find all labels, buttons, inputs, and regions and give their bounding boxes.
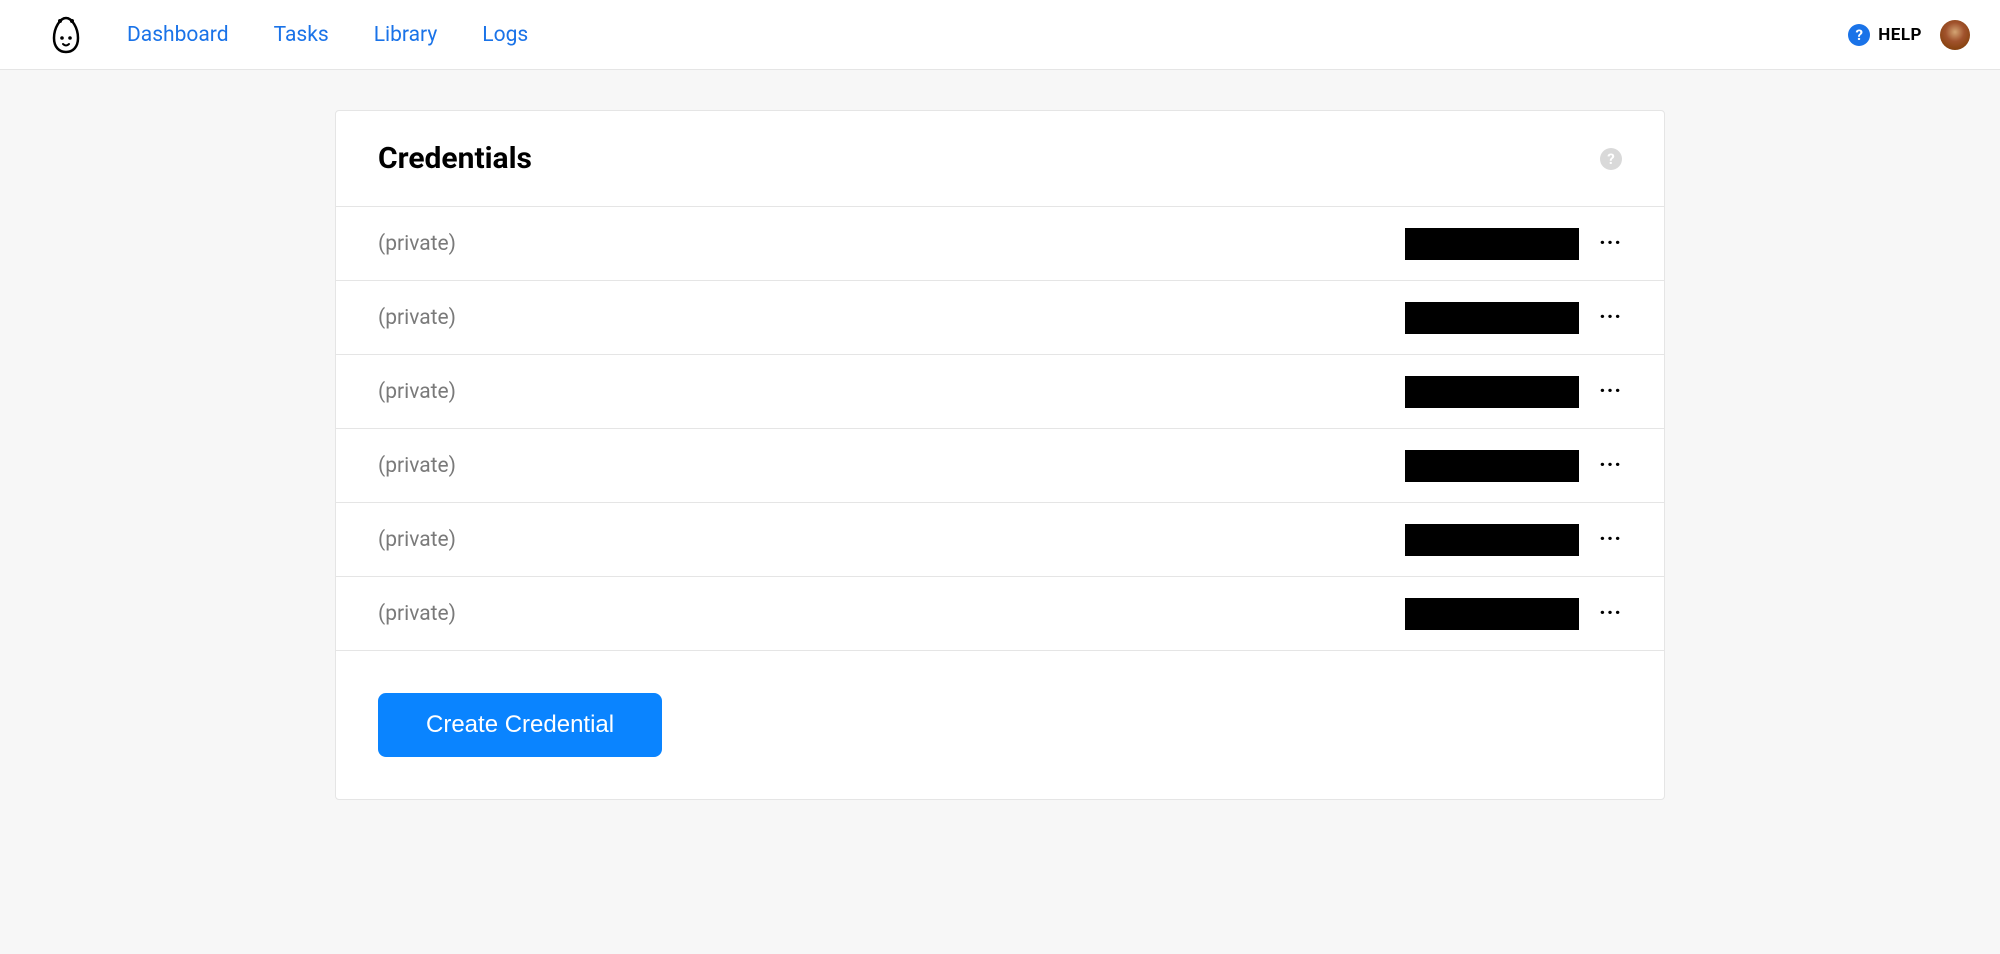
more-menu-icon[interactable]: ··· xyxy=(1599,307,1622,329)
credential-name: (private) xyxy=(378,232,456,256)
help-button[interactable]: ? HELP xyxy=(1848,24,1922,46)
credential-row: (private) ··· xyxy=(336,577,1664,651)
credential-value-redacted xyxy=(1405,450,1579,482)
credential-name: (private) xyxy=(378,306,456,330)
info-icon[interactable]: ? xyxy=(1600,148,1622,170)
credential-value-redacted xyxy=(1405,228,1579,260)
credentials-card: Credentials ? (private) ··· (private) ··… xyxy=(335,110,1665,800)
nav-links: Dashboard Tasks Library Logs xyxy=(127,23,528,47)
row-right: ··· xyxy=(1405,302,1622,334)
credential-name: (private) xyxy=(378,602,456,626)
avatar[interactable] xyxy=(1940,20,1970,50)
credential-value-redacted xyxy=(1405,302,1579,334)
app-header: Dashboard Tasks Library Logs ? HELP xyxy=(0,0,2000,70)
more-menu-icon[interactable]: ··· xyxy=(1599,455,1622,477)
credential-name: (private) xyxy=(378,528,456,552)
credential-value-redacted xyxy=(1405,376,1579,408)
row-right: ··· xyxy=(1405,524,1622,556)
help-icon: ? xyxy=(1848,24,1870,46)
nav-link-dashboard[interactable]: Dashboard xyxy=(127,23,229,47)
row-right: ··· xyxy=(1405,228,1622,260)
page-title: Credentials xyxy=(378,141,532,176)
help-label: HELP xyxy=(1878,25,1922,45)
credential-name: (private) xyxy=(378,454,456,478)
more-menu-icon[interactable]: ··· xyxy=(1599,381,1622,403)
card-footer: Create Credential xyxy=(336,651,1664,799)
credential-row: (private) ··· xyxy=(336,281,1664,355)
credential-value-redacted xyxy=(1405,598,1579,630)
credential-row: (private) ··· xyxy=(336,503,1664,577)
more-menu-icon[interactable]: ··· xyxy=(1599,233,1622,255)
nav-link-tasks[interactable]: Tasks xyxy=(274,23,329,47)
credential-row: (private) ··· xyxy=(336,207,1664,281)
header-left: Dashboard Tasks Library Logs xyxy=(50,15,528,55)
app-logo[interactable] xyxy=(50,15,82,55)
main-content: Credentials ? (private) ··· (private) ··… xyxy=(0,70,2000,800)
credential-name: (private) xyxy=(378,380,456,404)
row-right: ··· xyxy=(1405,376,1622,408)
credential-value-redacted xyxy=(1405,524,1579,556)
nav-link-library[interactable]: Library xyxy=(374,23,438,47)
more-menu-icon[interactable]: ··· xyxy=(1599,529,1622,551)
more-menu-icon[interactable]: ··· xyxy=(1599,603,1622,625)
credential-row: (private) ··· xyxy=(336,355,1664,429)
card-header: Credentials ? xyxy=(336,111,1664,207)
credential-row: (private) ··· xyxy=(336,429,1664,503)
header-right: ? HELP xyxy=(1848,20,1970,50)
row-right: ··· xyxy=(1405,598,1622,630)
row-right: ··· xyxy=(1405,450,1622,482)
create-credential-button[interactable]: Create Credential xyxy=(378,693,662,757)
nav-link-logs[interactable]: Logs xyxy=(482,23,528,47)
